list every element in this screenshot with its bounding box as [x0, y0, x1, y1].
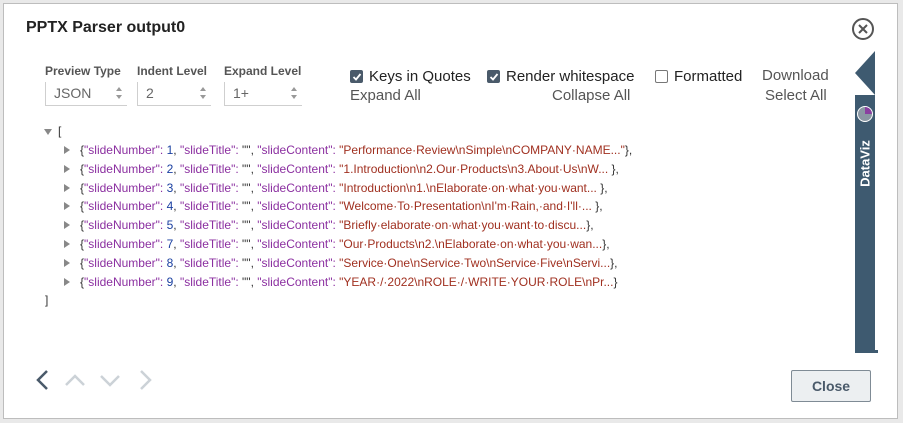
dataviz-sidebar[interactable]: DataViz — [855, 51, 875, 353]
expand-triangle-icon[interactable] — [64, 164, 70, 173]
close-dialog-icon[interactable] — [852, 18, 874, 40]
formatted-checkbox[interactable]: Formatted — [655, 68, 742, 85]
expand-level-select[interactable]: 1+ — [224, 82, 302, 106]
collapse-triangle-icon[interactable] — [44, 128, 52, 135]
next-arrow-icon[interactable] — [134, 369, 156, 396]
up-arrow-icon[interactable] — [64, 369, 86, 396]
expand-triangle-icon[interactable] — [64, 146, 70, 154]
render-whitespace-label: Render whitespace — [506, 68, 635, 85]
indent-level-label: Indent Level — [137, 64, 208, 78]
dialog-title: PPTX Parser output0 — [26, 19, 186, 36]
select-arrows-icon — [291, 87, 297, 99]
preview-type-value: JSON — [54, 85, 92, 101]
dataviz-chart-icon — [857, 106, 873, 122]
preview-type-label: Preview Type — [45, 64, 121, 78]
indent-level-value: 2 — [146, 85, 154, 101]
keys-in-quotes-label: Keys in Quotes — [369, 68, 471, 85]
select-all-link[interactable]: Select All — [765, 87, 827, 104]
expand-triangle-icon[interactable] — [64, 277, 70, 286]
preview-type-select[interactable]: JSON — [45, 82, 127, 106]
json-root-close: ] — [45, 293, 49, 307]
expand-triangle-icon[interactable] — [64, 240, 70, 248]
collapse-all-link[interactable]: Collapse All — [552, 87, 630, 104]
checkbox-checked-icon — [350, 70, 363, 83]
expand-triangle-icon[interactable] — [64, 221, 70, 230]
keys-in-quotes-checkbox[interactable]: Keys in Quotes — [350, 68, 471, 85]
formatted-label: Formatted — [674, 68, 743, 85]
expand-triangle-icon[interactable] — [64, 258, 70, 267]
expand-level-value: 1+ — [233, 85, 249, 101]
expand-level-label: Expand Level — [224, 64, 302, 78]
dataviz-label: DataViz — [857, 140, 873, 187]
select-arrows-icon — [200, 87, 206, 99]
indent-level-select[interactable]: 2 — [137, 82, 211, 106]
expand-all-link[interactable]: Expand All — [350, 87, 421, 104]
download-link[interactable]: Download — [762, 67, 829, 84]
down-arrow-icon[interactable] — [99, 369, 121, 396]
expand-triangle-icon[interactable] — [64, 202, 70, 211]
prev-arrow-icon[interactable] — [32, 369, 54, 396]
checkbox-unchecked-icon — [655, 70, 668, 83]
checkbox-checked-icon — [487, 70, 500, 83]
preview-dialog: PPTX Parser output0 Preview Type JSON In… — [3, 3, 898, 419]
json-root-open[interactable]: [ — [44, 122, 61, 141]
select-arrows-icon — [116, 87, 122, 99]
render-whitespace-checkbox[interactable]: Render whitespace — [487, 68, 634, 85]
expand-triangle-icon[interactable] — [64, 183, 70, 192]
close-button[interactable]: Close — [791, 370, 871, 402]
